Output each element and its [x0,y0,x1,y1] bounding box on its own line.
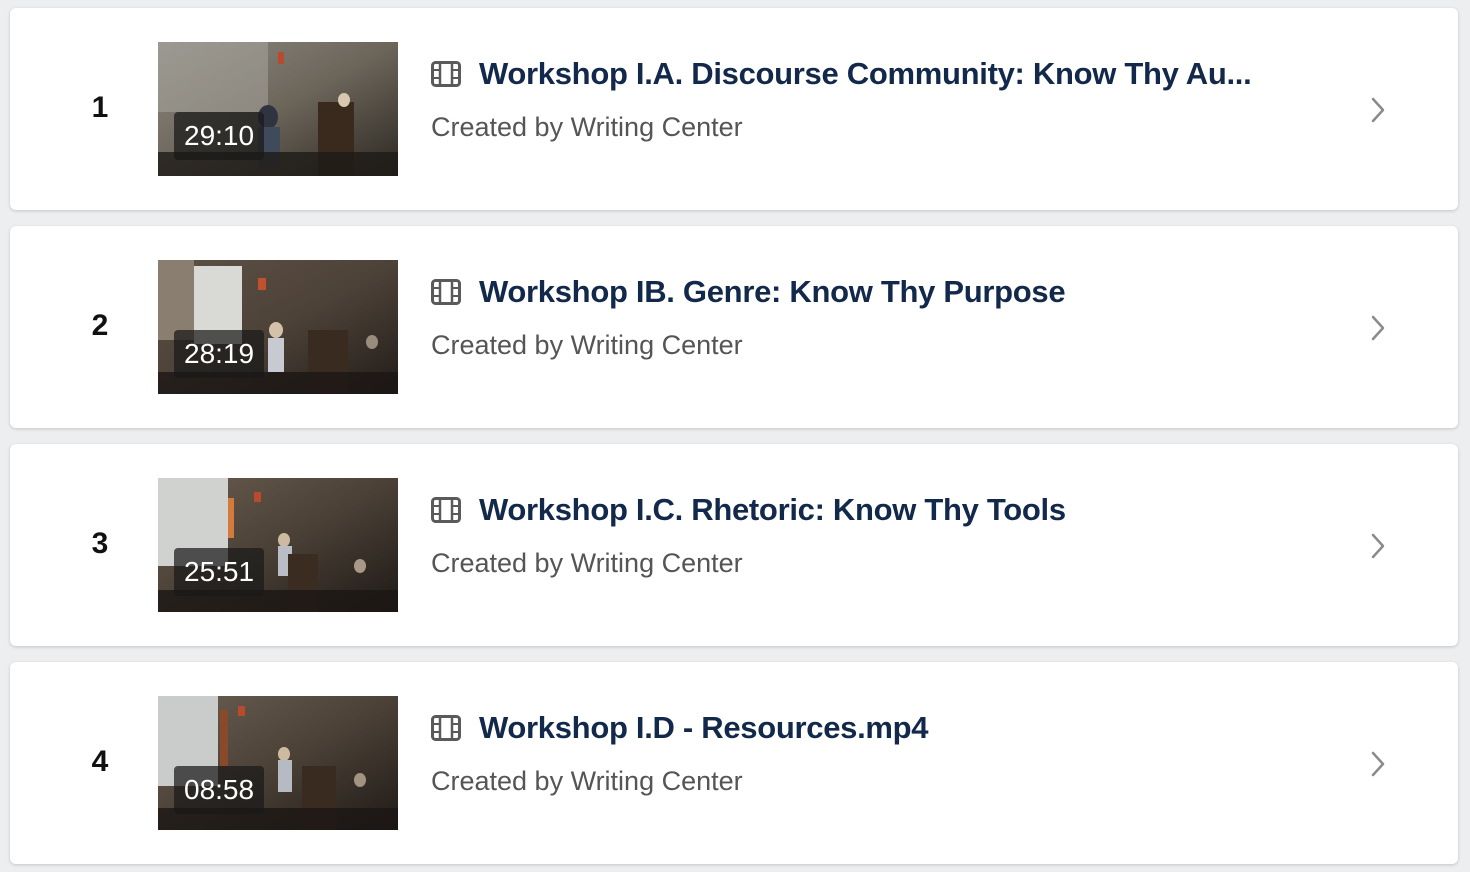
video-thumbnail[interactable]: 25:51 [158,478,398,612]
video-thumbnail[interactable]: 28:19 [158,260,398,394]
duration-badge: 28:19 [174,330,265,378]
item-index: 1 [91,91,109,124]
list-item[interactable]: 4 08:58 Workshop I.D - Resources.mp4 Cre… [10,662,1458,864]
chevron-right-icon[interactable] [1370,314,1386,342]
video-title-link[interactable]: Workshop I.A. Discourse Community: Know … [479,56,1252,92]
creator-label: Created by Writing Center [431,112,743,142]
film-icon [431,715,461,741]
video-thumbnail[interactable]: 08:58 [158,696,398,830]
title-row: Workshop IB. Genre: Know Thy Purpose [431,272,1066,312]
title-row: Workshop I.D - Resources.mp4 [431,708,929,748]
video-title-link[interactable]: Workshop I.D - Resources.mp4 [479,710,929,746]
item-index: 4 [91,745,109,778]
list-item[interactable]: 3 25:51 Workshop I.C. Rhetoric: Know Thy… [10,444,1458,646]
video-title-link[interactable]: Workshop I.C. Rhetoric: Know Thy Tools [479,492,1066,528]
duration-badge: 29:10 [174,112,265,160]
item-index: 2 [91,309,109,342]
creator-label: Created by Writing Center [431,766,743,796]
creator-label: Created by Writing Center [431,548,743,578]
chevron-right-icon[interactable] [1370,750,1386,778]
duration-badge: 25:51 [174,548,265,596]
chevron-right-icon[interactable] [1370,96,1386,124]
film-icon [431,61,461,87]
film-icon [431,497,461,523]
title-row: Workshop I.A. Discourse Community: Know … [431,54,1252,94]
creator-label: Created by Writing Center [431,330,743,360]
item-index: 3 [91,527,109,560]
film-icon [431,279,461,305]
video-thumbnail[interactable]: 29:10 [158,42,398,176]
chevron-right-icon[interactable] [1370,532,1386,560]
list-item[interactable]: 2 28:19 Workshop IB. Genre: Know Thy Pur… [10,226,1458,428]
title-row: Workshop I.C. Rhetoric: Know Thy Tools [431,490,1066,530]
video-title-link[interactable]: Workshop IB. Genre: Know Thy Purpose [479,274,1066,310]
video-list: 1 29:10 Workshop I.A. Discourse Communit… [0,0,1470,872]
list-item[interactable]: 1 29:10 Workshop I.A. Discourse Communit… [10,8,1458,210]
duration-badge: 08:58 [174,766,265,814]
